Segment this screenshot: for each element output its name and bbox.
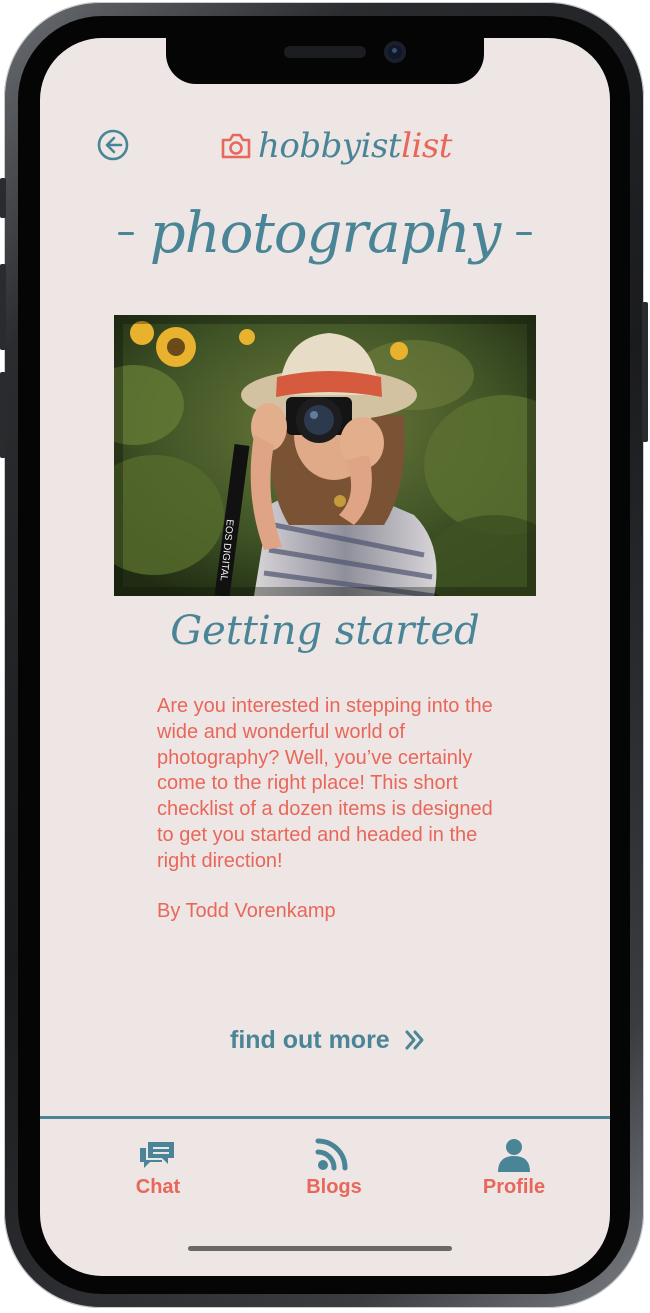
article-heading: Getting started	[170, 608, 480, 654]
person-icon	[498, 1139, 530, 1172]
page-title-row: photography	[40, 188, 610, 278]
bottom-nav-divider	[40, 1116, 610, 1119]
find-out-more-label: find out more	[230, 1025, 390, 1054]
title-dash-right	[516, 231, 533, 235]
chat-icon	[140, 1142, 174, 1168]
article-body: Are you interested in stepping into the …	[157, 695, 493, 872]
title-dash-left	[117, 231, 134, 235]
nav-label-blogs: Blogs	[306, 1176, 362, 1198]
speaker-grille	[284, 46, 366, 58]
photographer-photo: EOS DIGITAL	[114, 315, 536, 596]
nav-label-chat: Chat	[135, 1176, 181, 1198]
brand-logo: hobbyistlist	[220, 124, 452, 168]
mute-switch	[0, 178, 6, 218]
page-title: photography	[149, 200, 501, 266]
power-button	[642, 302, 648, 442]
back-arrow-icon	[97, 129, 129, 161]
find-out-more-link[interactable]: find out more	[230, 1022, 426, 1058]
notch	[166, 38, 484, 84]
rss-icon	[315, 1138, 348, 1171]
front-camera	[384, 41, 406, 63]
nav-item-chat[interactable]: Chat	[98, 1138, 218, 1199]
brand-name: hobbyist	[258, 126, 402, 166]
camera-icon	[221, 133, 251, 159]
bottom-nav: Chat Blogs Profile	[40, 1138, 610, 1218]
app-screen: hobbyistlist photography EOS DIGITAL Get…	[40, 38, 610, 1276]
hero-image: EOS DIGITAL	[114, 315, 536, 596]
nav-label-profile: Profile	[482, 1176, 546, 1198]
volume-up-button	[0, 264, 6, 350]
volume-down-button	[0, 372, 6, 458]
home-indicator[interactable]	[188, 1246, 452, 1251]
back-button[interactable]	[96, 128, 130, 162]
nav-item-blogs[interactable]: Blogs	[274, 1138, 394, 1199]
double-chevron-right-icon	[405, 1030, 424, 1050]
article-author: By Todd Vorenkamp	[157, 900, 336, 922]
brand-accent: list	[401, 126, 452, 166]
nav-item-profile[interactable]: Profile	[454, 1138, 574, 1199]
